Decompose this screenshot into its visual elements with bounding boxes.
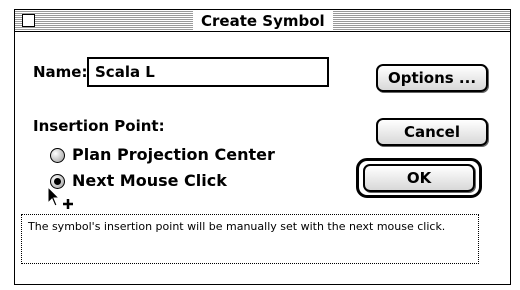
radio-label-next-mouse-click[interactable]: Next Mouse Click: [72, 171, 227, 190]
info-box: The symbol's insertion point will be man…: [21, 214, 479, 264]
options-button[interactable]: Options ...: [376, 64, 488, 92]
cancel-button[interactable]: Cancel: [376, 118, 488, 146]
radio-label-plan-projection-center[interactable]: Plan Projection Center: [72, 145, 275, 164]
insertion-point-label: Insertion Point:: [33, 117, 165, 135]
radio-plan-projection-center[interactable]: [50, 148, 65, 163]
name-input[interactable]: [87, 57, 329, 87]
insertion-cursor-icon: [47, 186, 73, 209]
ok-button[interactable]: OK: [363, 164, 475, 192]
info-text: The symbol's insertion point will be man…: [28, 220, 446, 233]
window-title: Create Symbol: [193, 11, 333, 31]
title-bar[interactable]: Create Symbol: [15, 10, 510, 32]
close-box-icon[interactable]: [22, 14, 35, 27]
name-label: Name:: [33, 63, 88, 81]
